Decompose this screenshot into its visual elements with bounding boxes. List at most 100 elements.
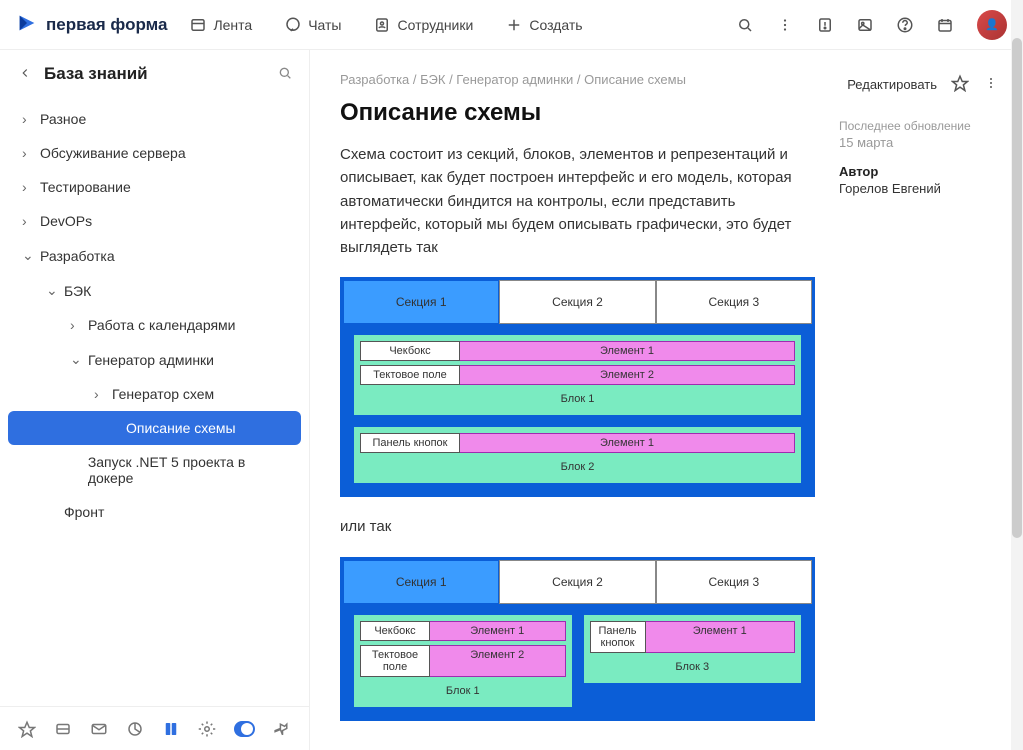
star-icon xyxy=(951,74,969,92)
nav-create-label: Создать xyxy=(529,17,582,33)
kebab-button[interactable] xyxy=(771,11,799,39)
tree-item-4[interactable]: ⌄Разработка xyxy=(8,238,301,273)
more-vertical-icon xyxy=(983,75,999,91)
d1-tab-1: Секция 1 xyxy=(343,280,499,324)
d2-r-r0-label: Панель кнопок xyxy=(590,621,646,653)
nav-chats[interactable]: Чаты xyxy=(274,10,351,40)
tree-item-label: Описание схемы xyxy=(126,420,236,436)
alerts-button[interactable] xyxy=(811,11,839,39)
gear-icon xyxy=(198,720,216,738)
d2-tab-1: Секция 1 xyxy=(343,560,499,604)
chevron-right-icon: › xyxy=(70,317,80,333)
search-button[interactable] xyxy=(731,11,759,39)
chevron-down-icon: ⌄ xyxy=(70,351,80,368)
updated-value: 15 марта xyxy=(839,135,999,150)
d2-tab-2: Секция 2 xyxy=(499,560,655,604)
tree-item-11[interactable]: Фронт xyxy=(8,495,301,529)
avatar[interactable]: 👤 xyxy=(977,10,1007,40)
d1-b1-r1-label: Тектовое поле xyxy=(360,365,460,385)
sidebar-title: База знаний xyxy=(44,64,265,84)
edit-button[interactable]: Редактировать xyxy=(847,77,937,92)
favorite-button[interactable] xyxy=(951,74,969,95)
feed-icon xyxy=(189,16,207,34)
d2-l-name: Блок 1 xyxy=(360,681,566,697)
tree-item-label: Тестирование xyxy=(40,179,131,195)
footer-inbox[interactable] xyxy=(54,718,72,740)
intro-paragraph: Схема состоит из секций, блоков, элемент… xyxy=(340,143,815,259)
breadcrumb: Разработка / БЭК / Генератор админки / О… xyxy=(340,72,815,87)
chevron-right-icon: › xyxy=(22,179,32,195)
nav-employees[interactable]: Сотрудники xyxy=(363,10,483,40)
d2-tab-3: Секция 3 xyxy=(656,560,812,604)
tree-item-10[interactable]: Запуск .NET 5 проекта в докере xyxy=(8,445,301,495)
tree-item-3[interactable]: ›DevOPs xyxy=(8,204,301,238)
crumb-0[interactable]: Разработка xyxy=(340,72,409,87)
d1-block-1: ЧекбоксЭлемент 1 Тектовое полеЭлемент 2 … xyxy=(353,334,802,416)
d2-left-block: ЧекбоксЭлемент 1 Тектовое полеЭлемент 2 … xyxy=(353,614,573,708)
search-icon xyxy=(277,65,293,81)
nav-employees-label: Сотрудники xyxy=(397,17,473,33)
help-button[interactable] xyxy=(891,11,919,39)
footer-chart[interactable] xyxy=(126,718,144,740)
more-vertical-icon xyxy=(776,16,794,34)
d1-b1-r0-el: Элемент 1 xyxy=(460,341,795,361)
chevron-right-icon: › xyxy=(94,386,104,402)
tree-item-8[interactable]: › Генератор схем xyxy=(8,377,301,411)
footer-book[interactable] xyxy=(162,718,180,740)
tree: ›Разное›Обсуживание сервера › Тестирование… xyxy=(0,98,309,706)
chevron-down-icon: ⌄ xyxy=(46,282,56,299)
sidebar-search[interactable] xyxy=(277,65,293,84)
tree-item-label: Генератор админки xyxy=(88,352,214,368)
sidebar-footer xyxy=(0,706,309,750)
d1-b1-r1-el: Элемент 2 xyxy=(460,365,795,385)
tree-item-7[interactable]: ⌄ Генератор админки xyxy=(8,342,301,377)
footer-settings[interactable] xyxy=(198,718,216,740)
d2-l-r0-el: Элемент 1 xyxy=(430,621,566,641)
tree-item-9[interactable]: Описание схемы xyxy=(8,411,301,445)
tree-item-2[interactable]: › Тестирование xyxy=(8,170,301,204)
crumb-1[interactable]: БЭК xyxy=(420,72,445,87)
calendar-button[interactable] xyxy=(931,11,959,39)
d2-l-r1-label: Тектовое поле xyxy=(360,645,430,677)
tree-item-0[interactable]: ›Разное xyxy=(8,102,301,136)
tree-item-label: Запуск .NET 5 проекта в докере xyxy=(88,454,291,486)
content: Разработка / БЭК / Генератор админки / О… xyxy=(340,72,815,726)
topbar: первая форма Лента Чаты Сотрудники Созда… xyxy=(0,0,1023,50)
crumb-3[interactable]: Описание схемы xyxy=(584,72,686,87)
image-icon xyxy=(856,16,874,34)
tree-item-label: Генератор схем xyxy=(112,386,214,402)
diagram-1: Секция 1 Секция 2 Секция 3 ЧекбоксЭлемен… xyxy=(340,277,815,497)
footer-pin[interactable] xyxy=(273,718,291,740)
sidebar-back[interactable] xyxy=(18,66,32,83)
nav-feed-label: Лента xyxy=(213,17,252,33)
crumb-2[interactable]: Генератор админки xyxy=(456,72,573,87)
nav-create[interactable]: Создать xyxy=(495,10,592,40)
footer-star[interactable] xyxy=(18,718,36,740)
scrollbar[interactable] xyxy=(1011,0,1023,750)
d1-b2-r0-el: Элемент 1 xyxy=(460,433,795,453)
d1-block-2: Панель кнопокЭлемент 1 Блок 2 xyxy=(353,426,802,484)
tree-item-5[interactable]: ⌄БЭК xyxy=(8,273,301,308)
sidebar: База знаний ›Разное›Обсуживание сервера›… xyxy=(0,50,310,750)
tree-item-6[interactable]: ›Работа с календарями xyxy=(8,308,301,342)
footer-mail[interactable] xyxy=(90,718,108,740)
footer-toggle[interactable] xyxy=(234,721,255,737)
calendar-icon xyxy=(936,16,954,34)
d1-b2-name: Блок 2 xyxy=(360,457,795,473)
pin-icon xyxy=(273,720,291,738)
nav-feed[interactable]: Лента xyxy=(179,10,262,40)
search-icon xyxy=(736,16,754,34)
tree-item-1[interactable]: ›Обсуживание сервера xyxy=(8,136,301,170)
author-value: Горелов Евгений xyxy=(839,181,999,196)
image-button[interactable] xyxy=(851,11,879,39)
d2-l-r1-el: Элемент 2 xyxy=(430,645,566,677)
d1-b1-r0-label: Чекбокс xyxy=(360,341,460,361)
tree-item-label: Разработка xyxy=(40,248,115,264)
help-icon xyxy=(896,16,914,34)
scrollbar-thumb[interactable] xyxy=(1012,38,1022,538)
employees-icon xyxy=(373,16,391,34)
page-more-button[interactable] xyxy=(983,75,999,94)
author-label: Автор xyxy=(839,164,999,179)
logo[interactable]: первая форма xyxy=(16,12,167,37)
logo-icon xyxy=(16,12,38,37)
